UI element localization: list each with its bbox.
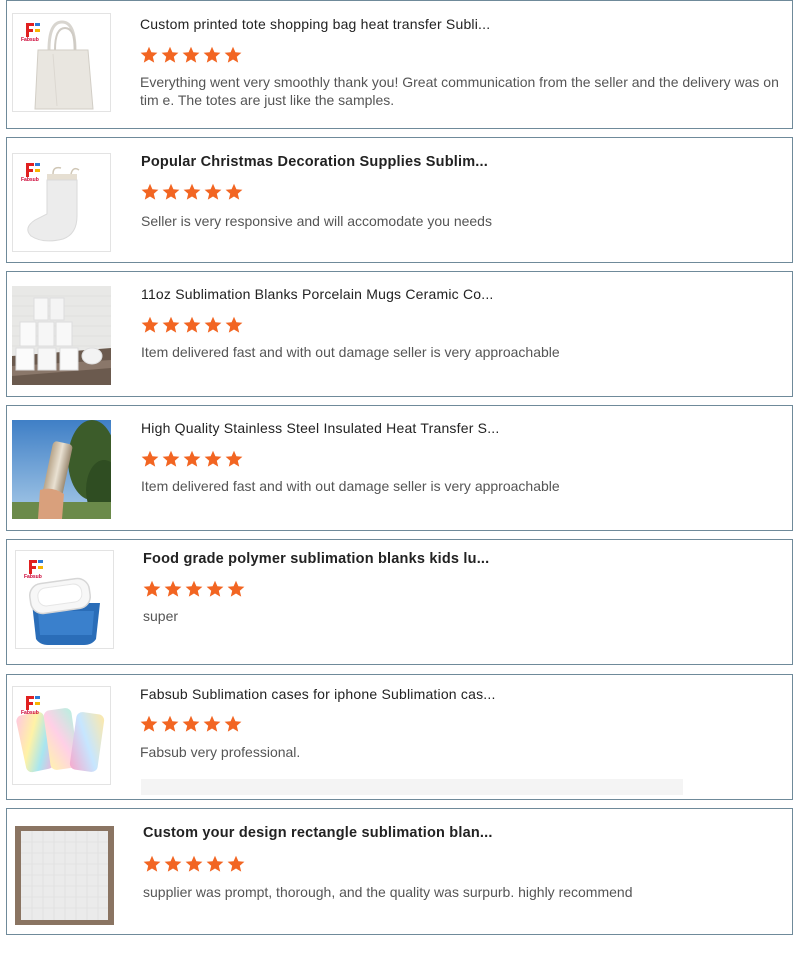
star-icon bbox=[141, 450, 159, 467]
star-icon bbox=[141, 316, 159, 333]
logo-text: Fabsub bbox=[21, 177, 39, 183]
star-icon bbox=[203, 715, 221, 732]
star-icon bbox=[183, 450, 201, 467]
star-icon bbox=[161, 715, 179, 732]
review-card: Fabsub Custom printed tote shopping bag … bbox=[6, 0, 793, 129]
review-card: Custom your design rectangle sublimation… bbox=[6, 808, 793, 935]
review-text: Fabsub very professional. bbox=[140, 744, 301, 760]
logo-text: Fabsub bbox=[21, 37, 39, 43]
star-icon bbox=[161, 46, 179, 63]
review-text: supplier was prompt, thorough, and the q… bbox=[143, 884, 633, 900]
review-card: High Quality Stainless Steel Insulated H… bbox=[6, 405, 793, 531]
review-text: Everything went very smoothly thank you!… bbox=[140, 74, 779, 108]
review-text: super bbox=[143, 608, 179, 624]
star-rating bbox=[143, 855, 245, 875]
product-title[interactable]: Custom your design rectangle sublimation… bbox=[143, 825, 493, 841]
star-icon bbox=[204, 183, 222, 200]
star-icon bbox=[164, 580, 182, 597]
tumbler-image[interactable] bbox=[12, 420, 111, 519]
star-icon bbox=[143, 855, 161, 872]
star-icon bbox=[162, 183, 180, 200]
star-icon bbox=[140, 46, 158, 63]
star-icon bbox=[227, 580, 245, 597]
product-title[interactable]: 11oz Sublimation Blanks Porcelain Mugs C… bbox=[141, 286, 494, 302]
star-icon bbox=[224, 46, 242, 63]
review-card: Fabsub Popular Christmas Decoration Supp… bbox=[6, 137, 793, 263]
star-icon bbox=[185, 580, 203, 597]
product-title[interactable]: Custom printed tote shopping bag heat tr… bbox=[140, 16, 490, 32]
star-rating bbox=[141, 316, 243, 336]
star-icon bbox=[185, 855, 203, 872]
mugs-image[interactable] bbox=[12, 286, 111, 385]
star-icon bbox=[143, 580, 161, 597]
lunchbox-image[interactable]: Fabsub bbox=[15, 550, 114, 649]
divider-strip bbox=[141, 779, 683, 795]
review-text: Item delivered fast and with out damage … bbox=[141, 344, 560, 360]
star-icon bbox=[164, 855, 182, 872]
star-icon bbox=[225, 316, 243, 333]
star-icon bbox=[182, 46, 200, 63]
star-icon bbox=[141, 183, 159, 200]
star-rating bbox=[140, 46, 242, 66]
tote-bag-image[interactable]: Fabsub bbox=[12, 13, 111, 112]
product-title[interactable]: Popular Christmas Decoration Supplies Su… bbox=[141, 154, 488, 170]
star-icon bbox=[225, 450, 243, 467]
star-icon bbox=[182, 715, 200, 732]
star-icon bbox=[204, 450, 222, 467]
star-icon bbox=[183, 316, 201, 333]
star-icon bbox=[162, 316, 180, 333]
star-icon bbox=[183, 183, 201, 200]
star-rating bbox=[140, 715, 242, 735]
review-text: Item delivered fast and with out damage … bbox=[141, 478, 560, 494]
star-icon bbox=[203, 46, 221, 63]
phone-cases-image[interactable]: Fabsub bbox=[12, 686, 111, 785]
star-icon bbox=[162, 450, 180, 467]
christmas-stocking-image[interactable]: Fabsub bbox=[12, 153, 111, 252]
logo-text: Fabsub bbox=[24, 574, 42, 580]
star-icon bbox=[224, 715, 242, 732]
star-icon bbox=[204, 316, 222, 333]
star-rating bbox=[141, 183, 243, 203]
star-icon bbox=[225, 183, 243, 200]
product-title[interactable]: High Quality Stainless Steel Insulated H… bbox=[141, 420, 499, 436]
logo-text: Fabsub bbox=[21, 710, 39, 716]
star-rating bbox=[143, 580, 245, 600]
puzzle-board-image[interactable] bbox=[15, 826, 114, 925]
star-icon bbox=[227, 855, 245, 872]
review-card: Fabsub Fabsub Sublimation cases for ipho… bbox=[6, 674, 793, 800]
product-title[interactable]: Food grade polymer sublimation blanks ki… bbox=[143, 551, 489, 567]
star-icon bbox=[206, 580, 224, 597]
star-rating bbox=[141, 450, 243, 470]
review-card: 11oz Sublimation Blanks Porcelain Mugs C… bbox=[6, 271, 793, 397]
star-icon bbox=[140, 715, 158, 732]
review-card: Fabsub Food grade polymer sublimation bl… bbox=[6, 539, 793, 665]
review-text: Seller is very responsive and will accom… bbox=[141, 213, 492, 229]
star-icon bbox=[206, 855, 224, 872]
product-title[interactable]: Fabsub Sublimation cases for iphone Subl… bbox=[140, 686, 496, 702]
